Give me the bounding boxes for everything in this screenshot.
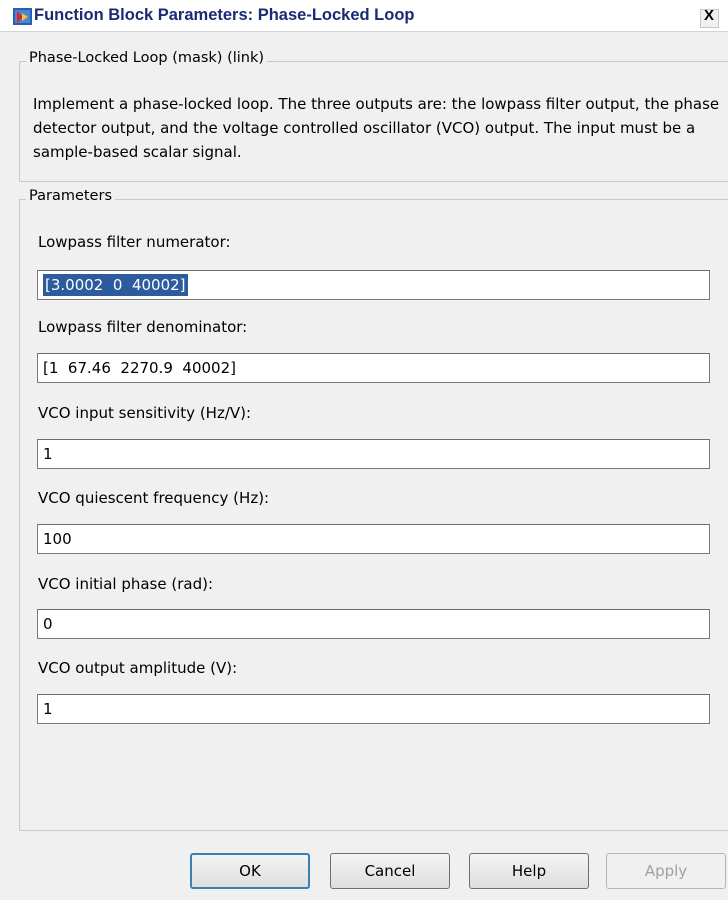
vco-quiescent-frequency-label: VCO quiescent frequency (Hz): [38,489,270,507]
parameters-legend: Parameters [26,188,115,204]
ok-button[interactable]: OK [190,853,310,889]
vco-input-sensitivity-label: VCO input sensitivity (Hz/V): [38,404,252,422]
apply-button[interactable]: Apply [606,853,726,889]
block-description-text: Implement a phase-locked loop. The three… [33,95,720,161]
title-bar: Function Block Parameters: Phase-Locked … [0,0,728,32]
simulink-block-icon [13,8,32,25]
block-description-legend: Phase-Locked Loop (mask) (link) [26,50,268,66]
lowpass-denominator-input[interactable] [37,353,710,383]
vco-input-sensitivity-input[interactable] [37,439,710,469]
lowpass-numerator-input[interactable]: [3.0002 0 40002] [37,270,710,300]
window-title: Function Block Parameters: Phase-Locked … [34,6,415,24]
lowpass-denominator-label: Lowpass filter denominator: [38,318,248,336]
vco-initial-phase-input[interactable] [37,609,710,639]
function-block-parameters-dialog: Function Block Parameters: Phase-Locked … [0,0,728,900]
selected-value-text: [3.0002 0 40002] [43,274,188,296]
vco-output-amplitude-label: VCO output amplitude (V): [38,659,238,677]
lowpass-numerator-label: Lowpass filter numerator: [38,233,231,251]
vco-quiescent-frequency-input[interactable] [37,524,710,554]
close-button[interactable]: X [700,7,719,28]
vco-output-amplitude-input[interactable] [37,694,710,724]
close-icon: X [704,7,715,24]
help-button[interactable]: Help [469,853,589,889]
cancel-button[interactable]: Cancel [330,853,450,889]
vco-initial-phase-label: VCO initial phase (rad): [38,575,213,593]
